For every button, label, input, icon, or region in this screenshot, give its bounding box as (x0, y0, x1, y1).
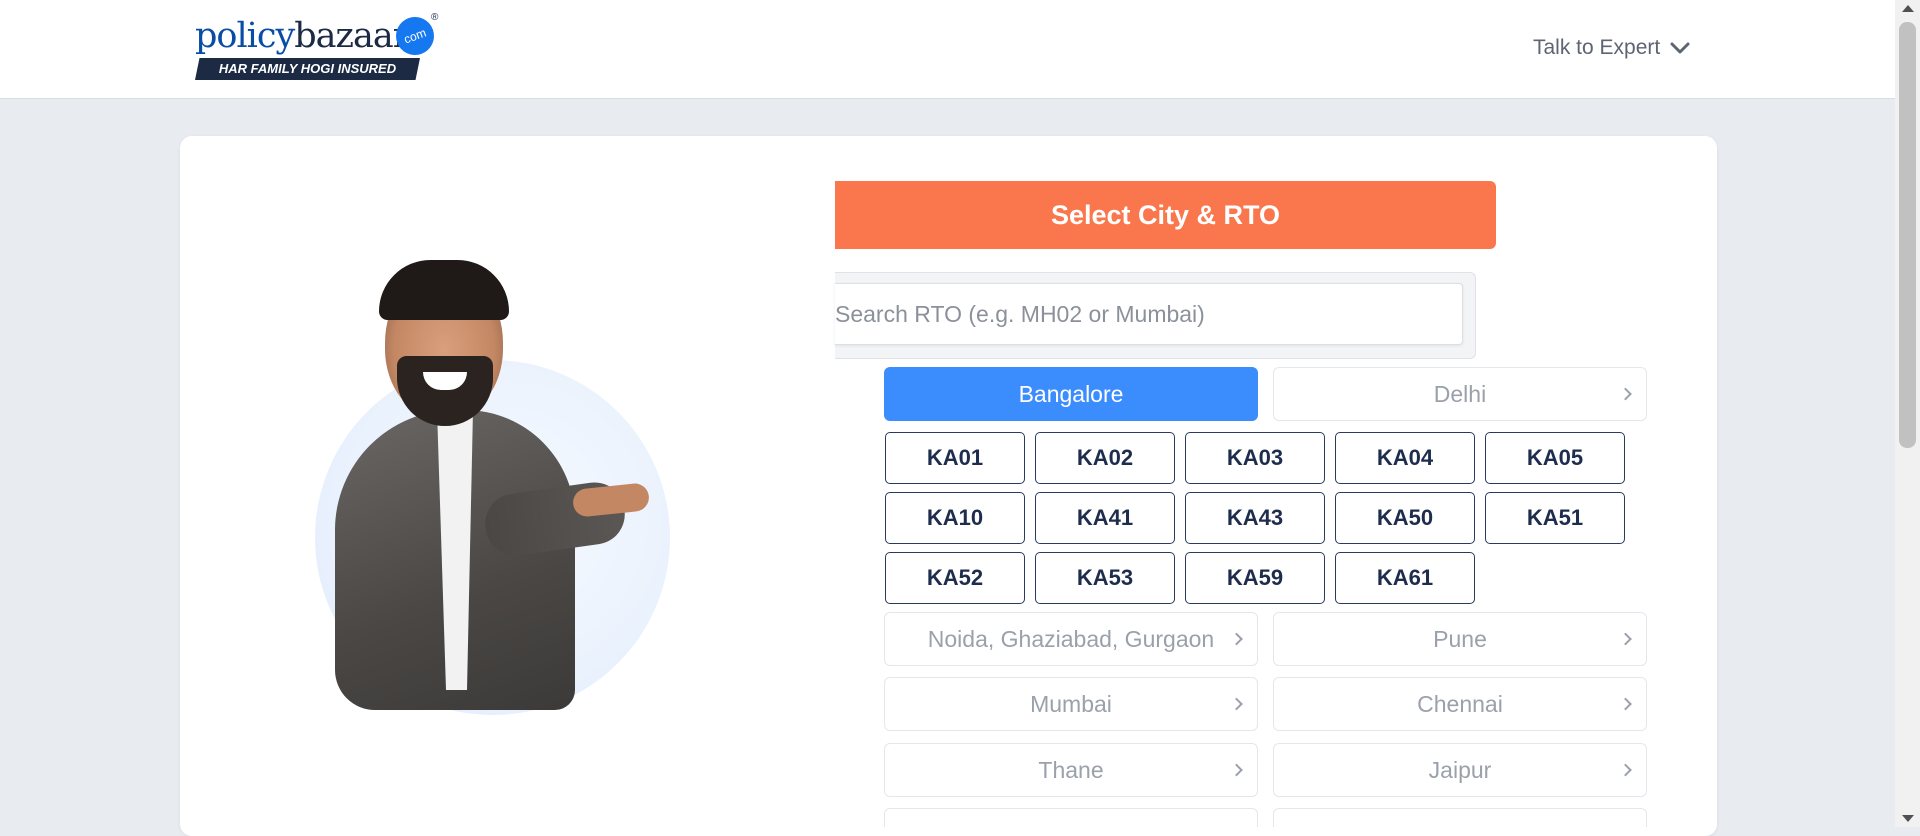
rto-ka52[interactable]: KA52 (885, 552, 1025, 604)
select-city-rto-title: Select City & RTO (835, 181, 1496, 249)
rto-ka04[interactable]: KA04 (1335, 432, 1475, 484)
logo-registered-mark: ® (431, 12, 439, 23)
hero-hair (379, 260, 509, 320)
chevron-right-icon (1619, 697, 1632, 711)
rto-ka05[interactable]: KA05 (1485, 432, 1625, 484)
logo-tagline: HAR FAMILY HOGI INSURED (195, 58, 420, 80)
city-label: Thane (1038, 756, 1104, 783)
rto-ka41[interactable]: KA41 (1035, 492, 1175, 544)
talk-to-expert-button[interactable]: Talk to Expert (1533, 36, 1690, 60)
logo-word-policy: policy (195, 16, 295, 56)
chevron-right-icon (1230, 763, 1243, 777)
rto-ka53[interactable]: KA53 (1035, 552, 1175, 604)
rto-ka03[interactable]: KA03 (1185, 432, 1325, 484)
rto-ka43[interactable]: KA43 (1185, 492, 1325, 544)
city-delhi[interactable]: Delhi (1273, 367, 1647, 421)
rto-search-input[interactable] (835, 283, 1463, 345)
city-label: Noida, Ghaziabad, Gurgaon (927, 625, 1215, 652)
rto-search-container (835, 272, 1476, 359)
city-noida-ghaziabad-gurgaon[interactable]: Noida, Ghaziabad, Gurgaon (884, 612, 1258, 666)
chevron-right-icon (1619, 763, 1632, 777)
city-mumbai[interactable]: Mumbai (884, 677, 1258, 731)
scroll-up-arrow-icon[interactable] (1902, 5, 1914, 12)
rto-ka01[interactable]: KA01 (885, 432, 1025, 484)
policybazaar-logo[interactable]: policybazaar com ® HAR FAMILY HOGI INSUR… (195, 11, 445, 80)
rto-ka50[interactable]: KA50 (1335, 492, 1475, 544)
city-button-partial[interactable] (1273, 808, 1647, 827)
city-chennai[interactable]: Chennai (1273, 677, 1647, 731)
talk-to-expert-label: Talk to Expert (1533, 36, 1661, 59)
city-label: Delhi (1433, 380, 1487, 407)
page-scrollbar[interactable] (1895, 0, 1920, 827)
chevron-right-icon (1230, 632, 1243, 646)
rto-ka51[interactable]: KA51 (1485, 492, 1625, 544)
logo-word-bazaar: bazaar (294, 16, 409, 56)
site-header: policybazaar com ® HAR FAMILY HOGI INSUR… (0, 0, 1895, 99)
city-pune[interactable]: Pune (1273, 612, 1647, 666)
rto-ka59[interactable]: KA59 (1185, 552, 1325, 604)
city-label: Bangalore (1018, 380, 1124, 407)
city-jaipur[interactable]: Jaipur (1273, 743, 1647, 797)
chevron-right-icon (1230, 697, 1243, 711)
brand-ambassador-image (315, 260, 675, 730)
scroll-down-arrow-icon[interactable] (1902, 815, 1914, 822)
chevron-right-icon (1619, 387, 1632, 401)
city-label: Chennai (1417, 690, 1503, 717)
rto-ka10[interactable]: KA10 (885, 492, 1025, 544)
logo-wordmark: policybazaar (195, 16, 409, 56)
city-button-partial[interactable] (884, 808, 1258, 827)
city-bangalore[interactable]: Bangalore (884, 367, 1258, 421)
city-label: Jaipur (1428, 756, 1492, 783)
city-label: Pune (1433, 625, 1487, 652)
chevron-down-icon (1670, 42, 1690, 54)
rto-ka02[interactable]: KA02 (1035, 432, 1175, 484)
rto-ka61[interactable]: KA61 (1335, 552, 1475, 604)
scrollbar-thumb[interactable] (1899, 22, 1916, 448)
city-thane[interactable]: Thane (884, 743, 1258, 797)
city-label: Mumbai (1030, 690, 1112, 717)
chevron-right-icon (1619, 632, 1632, 646)
